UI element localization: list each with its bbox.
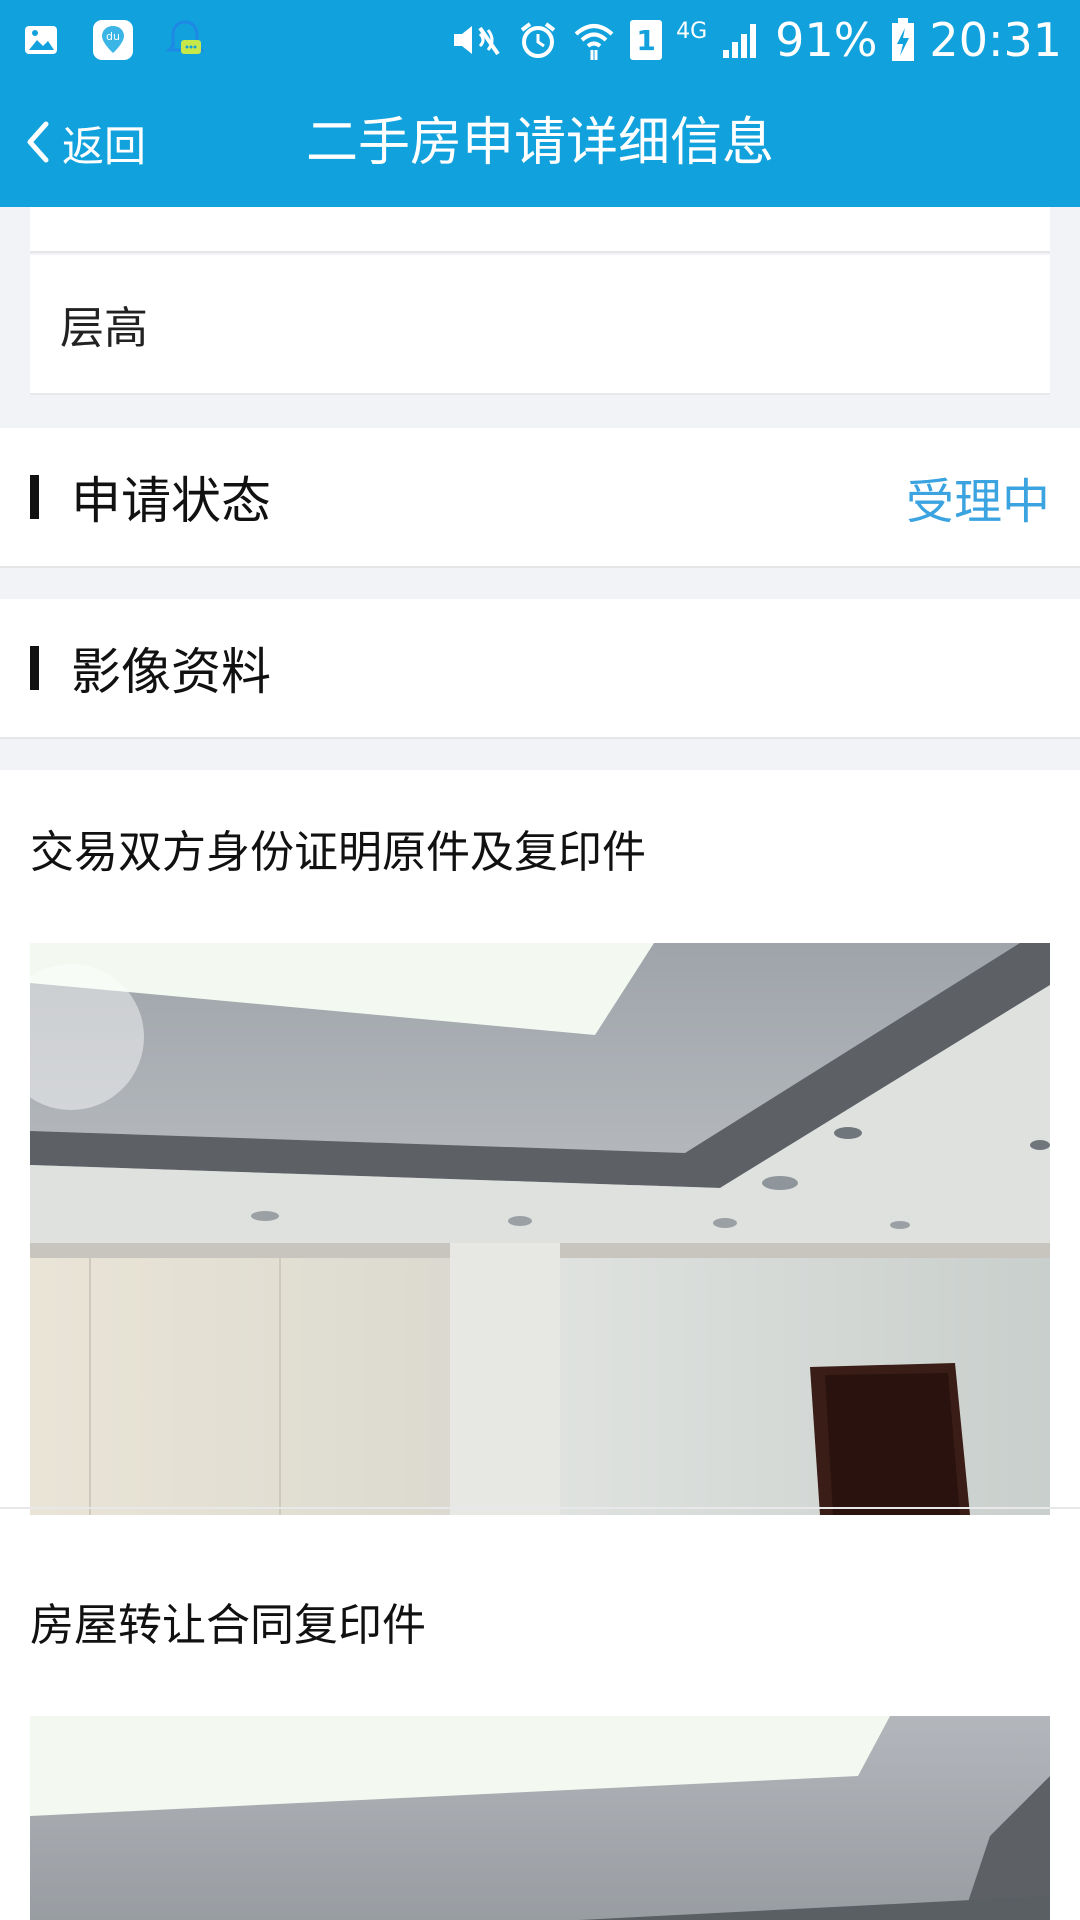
status-section-title: 申请状态 xyxy=(71,472,271,530)
floor-label: 层高 xyxy=(60,303,148,354)
document-photo[interactable] xyxy=(30,1716,1050,1920)
document-label: 交易双方身份证明原件及复印件 xyxy=(30,827,646,878)
clock: 20:31 xyxy=(929,13,1062,67)
baidu-map-icon: du xyxy=(90,17,136,63)
document-label: 房屋转让合同复印件 xyxy=(30,1600,426,1651)
mute-icon xyxy=(450,20,504,60)
gallery-icon xyxy=(18,17,64,63)
alarm-icon xyxy=(518,20,558,60)
section-marker xyxy=(30,475,39,519)
divider xyxy=(0,1507,1080,1509)
back-label: 返回 xyxy=(62,122,147,171)
section-marker xyxy=(30,646,39,690)
image-materials-section: 影像资料 xyxy=(0,599,1080,739)
document-photo[interactable] xyxy=(30,943,1050,1515)
status-bar: du 1 4G 91% 20:31 xyxy=(0,0,1080,80)
detail-row-partial xyxy=(30,207,1050,253)
network-type: 4G xyxy=(676,19,708,44)
content-scroll[interactable]: 层高 申请状态 受理中 影像资料 交易双方身份证明原件及复印件 房屋转让合同复印… xyxy=(0,207,1080,1920)
chevron-left-icon xyxy=(24,120,50,168)
battery-percent: 91% xyxy=(775,13,878,67)
touch-indicator xyxy=(0,964,144,1110)
detail-row-floor: 层高 xyxy=(30,255,1050,395)
back-button[interactable]: 返回 xyxy=(24,80,146,207)
signal-icon xyxy=(721,20,761,60)
images-section-title: 影像资料 xyxy=(71,643,271,701)
svg-text:du: du xyxy=(106,30,120,43)
nav-bar: 返回 二手房申请详细信息 xyxy=(0,80,1080,207)
wifi-icon xyxy=(572,20,616,60)
application-status-section: 申请状态 受理中 xyxy=(0,428,1080,568)
battery-charging-icon xyxy=(891,18,915,62)
status-value: 受理中 xyxy=(905,474,1050,530)
chat-bell-icon xyxy=(162,17,208,63)
page-title: 二手房申请详细信息 xyxy=(305,113,774,173)
image-list: 交易双方身份证明原件及复印件 房屋转让合同复印件 xyxy=(0,770,1080,1920)
sim-icon: 1 xyxy=(630,20,663,60)
